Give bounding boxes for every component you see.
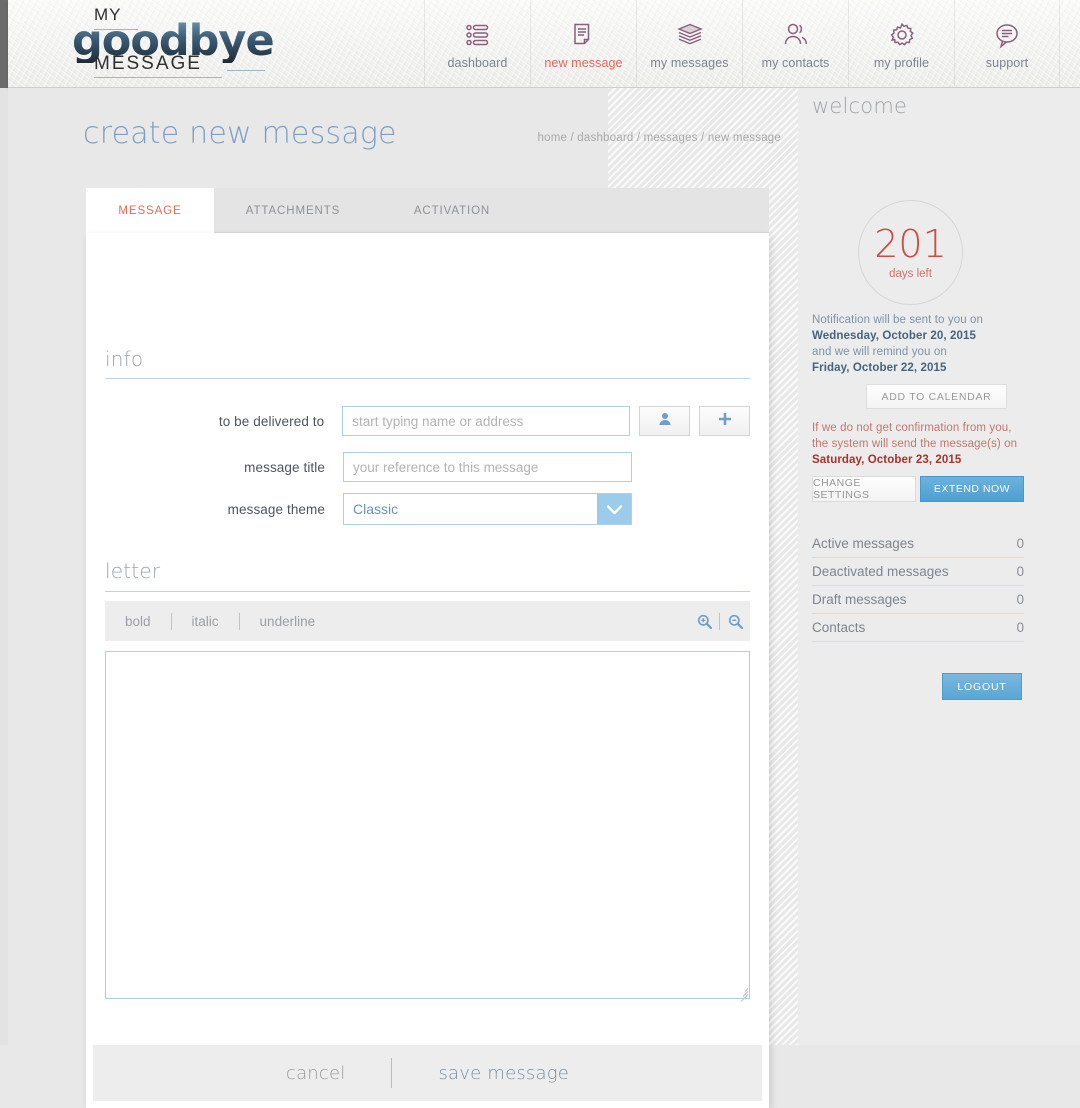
days-left-number: 201: [874, 222, 947, 266]
logo-underline-3: [227, 70, 265, 71]
statistics-list: Active messages 0 Deactivated messages 0…: [812, 530, 1024, 642]
stat-value-deactivated-messages: 0: [1016, 564, 1024, 579]
form-row-deliver-to: to be delivered to: [105, 406, 750, 436]
plus-icon: [718, 412, 732, 431]
stat-value-draft-messages: 0: [1016, 592, 1024, 607]
nav-label-dashboard: dashboard: [447, 56, 508, 70]
site-logo[interactable]: MY goodbye MESSAGE: [72, 6, 322, 80]
notification-line-2: and we will remind you on: [812, 345, 947, 358]
change-settings-button[interactable]: CHANGE SETTINGS: [812, 476, 916, 502]
label-message-title: message title: [244, 459, 325, 475]
warning-line-2: the system will send the message(s) on: [812, 437, 1018, 450]
italic-button[interactable]: italic: [172, 614, 239, 629]
stat-label-deactivated-messages: Deactivated messages: [812, 564, 949, 579]
tab-activation[interactable]: ACTIVATION: [372, 188, 532, 233]
stat-row-contacts[interactable]: Contacts 0: [812, 614, 1024, 642]
notification-line-1: Notification will be sent to you on: [812, 314, 983, 326]
page-title: create new message: [83, 116, 397, 151]
deliver-to-input[interactable]: [342, 406, 631, 436]
form-row-message-title: message title: [105, 452, 750, 482]
logo-underline-2: [94, 77, 222, 78]
logo-underline-1: [94, 29, 138, 30]
warning-text: If we do not get confirmation from you, …: [812, 421, 1062, 469]
days-left-indicator: 201 days left: [858, 200, 963, 305]
nav-item-support[interactable]: support: [954, 0, 1060, 87]
stat-label-contacts: Contacts: [812, 620, 866, 635]
nav-label-support: support: [985, 56, 1029, 70]
save-message-button[interactable]: save message: [392, 1063, 615, 1084]
notification-date-2: Friday, October 22, 2015: [812, 361, 947, 374]
stat-label-active-messages: Active messages: [812, 536, 915, 551]
stat-row-deactivated-messages[interactable]: Deactivated messages 0: [812, 558, 1024, 586]
editor-toolbar: bold italic underline: [105, 601, 750, 641]
stat-label-draft-messages: Draft messages: [812, 592, 907, 607]
letter-section-divider: [105, 591, 750, 592]
label-deliver-to: to be delivered to: [218, 413, 325, 429]
form-action-bar: cancel save message: [93, 1045, 762, 1101]
main-navigation: dashboard new message my messages my con…: [424, 0, 1060, 87]
nav-label-my-profile: my profile: [873, 56, 930, 70]
info-section-divider: [105, 378, 750, 379]
breadcrumb: home / dashboard / messages / new messag…: [537, 132, 781, 144]
stat-value-contacts: 0: [1016, 620, 1024, 635]
list-icon: [461, 18, 495, 52]
people-icon: [779, 18, 813, 52]
message-theme-select[interactable]: Classic: [343, 493, 632, 525]
nav-item-my-profile[interactable]: my profile: [848, 0, 954, 87]
add-contact-button[interactable]: [699, 406, 750, 436]
message-theme-value: Classic: [353, 501, 399, 517]
letter-section-heading: letter: [105, 559, 161, 583]
chat-icon: [990, 18, 1024, 52]
zoom-in-icon[interactable]: [689, 614, 719, 629]
left-edge-rail: [0, 0, 8, 88]
left-edge-rail-lower: [0, 88, 8, 1045]
settings-button-row: CHANGE SETTINGS EXTEND NOW: [812, 476, 1024, 502]
person-icon: [658, 412, 672, 431]
nav-item-dashboard[interactable]: dashboard: [424, 0, 530, 87]
add-to-calendar-button[interactable]: ADD TO CALENDAR: [866, 384, 1007, 409]
nav-label-my-contacts: my contacts: [761, 56, 830, 70]
letter-textarea[interactable]: [105, 651, 750, 999]
pick-contact-button[interactable]: [639, 406, 691, 436]
info-section-heading: info: [105, 347, 144, 371]
notification-text: Notification will be sent to you on Wedn…: [812, 313, 1062, 376]
bold-button[interactable]: bold: [105, 614, 171, 629]
zoom-out-icon[interactable]: [720, 614, 750, 629]
label-message-theme: message theme: [227, 501, 325, 517]
nav-label-new-message: new message: [544, 56, 623, 70]
chevron-down-icon: [597, 494, 631, 524]
tab-attachments[interactable]: ATTACHMENTS: [214, 188, 372, 233]
document-icon: [567, 18, 601, 52]
logout-button[interactable]: LOGOUT: [942, 673, 1022, 700]
site-header: MY goodbye MESSAGE dashboard new message…: [8, 0, 1080, 88]
stat-value-active-messages: 0: [1016, 536, 1024, 551]
stat-row-active-messages[interactable]: Active messages 0: [812, 530, 1024, 558]
form-row-message-theme: message theme Classic: [105, 493, 750, 525]
sidebar-title: welcome: [812, 94, 908, 118]
extend-now-button[interactable]: EXTEND NOW: [920, 476, 1024, 502]
stat-row-draft-messages[interactable]: Draft messages 0: [812, 586, 1024, 614]
sidebar: welcome 201 days left Notification will …: [798, 88, 1080, 1045]
message-form-card: info to be delivered to start typing nam…: [86, 233, 769, 1108]
warning-line-1: If we do not get confirmation from you,: [812, 422, 1012, 434]
message-title-input[interactable]: [343, 452, 632, 482]
cancel-button[interactable]: cancel: [240, 1063, 392, 1084]
warning-date: Saturday, October 23, 2015: [812, 453, 962, 466]
stack-icon: [673, 18, 707, 52]
nav-item-my-contacts[interactable]: my contacts: [742, 0, 848, 87]
notification-date-1: Wednesday, October 20, 2015: [812, 329, 976, 342]
tab-message[interactable]: MESSAGE: [86, 188, 214, 233]
underline-button[interactable]: underline: [240, 614, 336, 629]
days-left-label: days left: [889, 268, 932, 280]
tab-bar: MESSAGE ATTACHMENTS ACTIVATION: [86, 188, 769, 233]
gear-icon: [885, 18, 919, 52]
nav-item-new-message[interactable]: new message: [530, 0, 636, 87]
nav-label-my-messages: my messages: [650, 56, 729, 70]
page-body: create new message home / dashboard / me…: [8, 88, 1080, 1108]
nav-item-my-messages[interactable]: my messages: [636, 0, 742, 87]
